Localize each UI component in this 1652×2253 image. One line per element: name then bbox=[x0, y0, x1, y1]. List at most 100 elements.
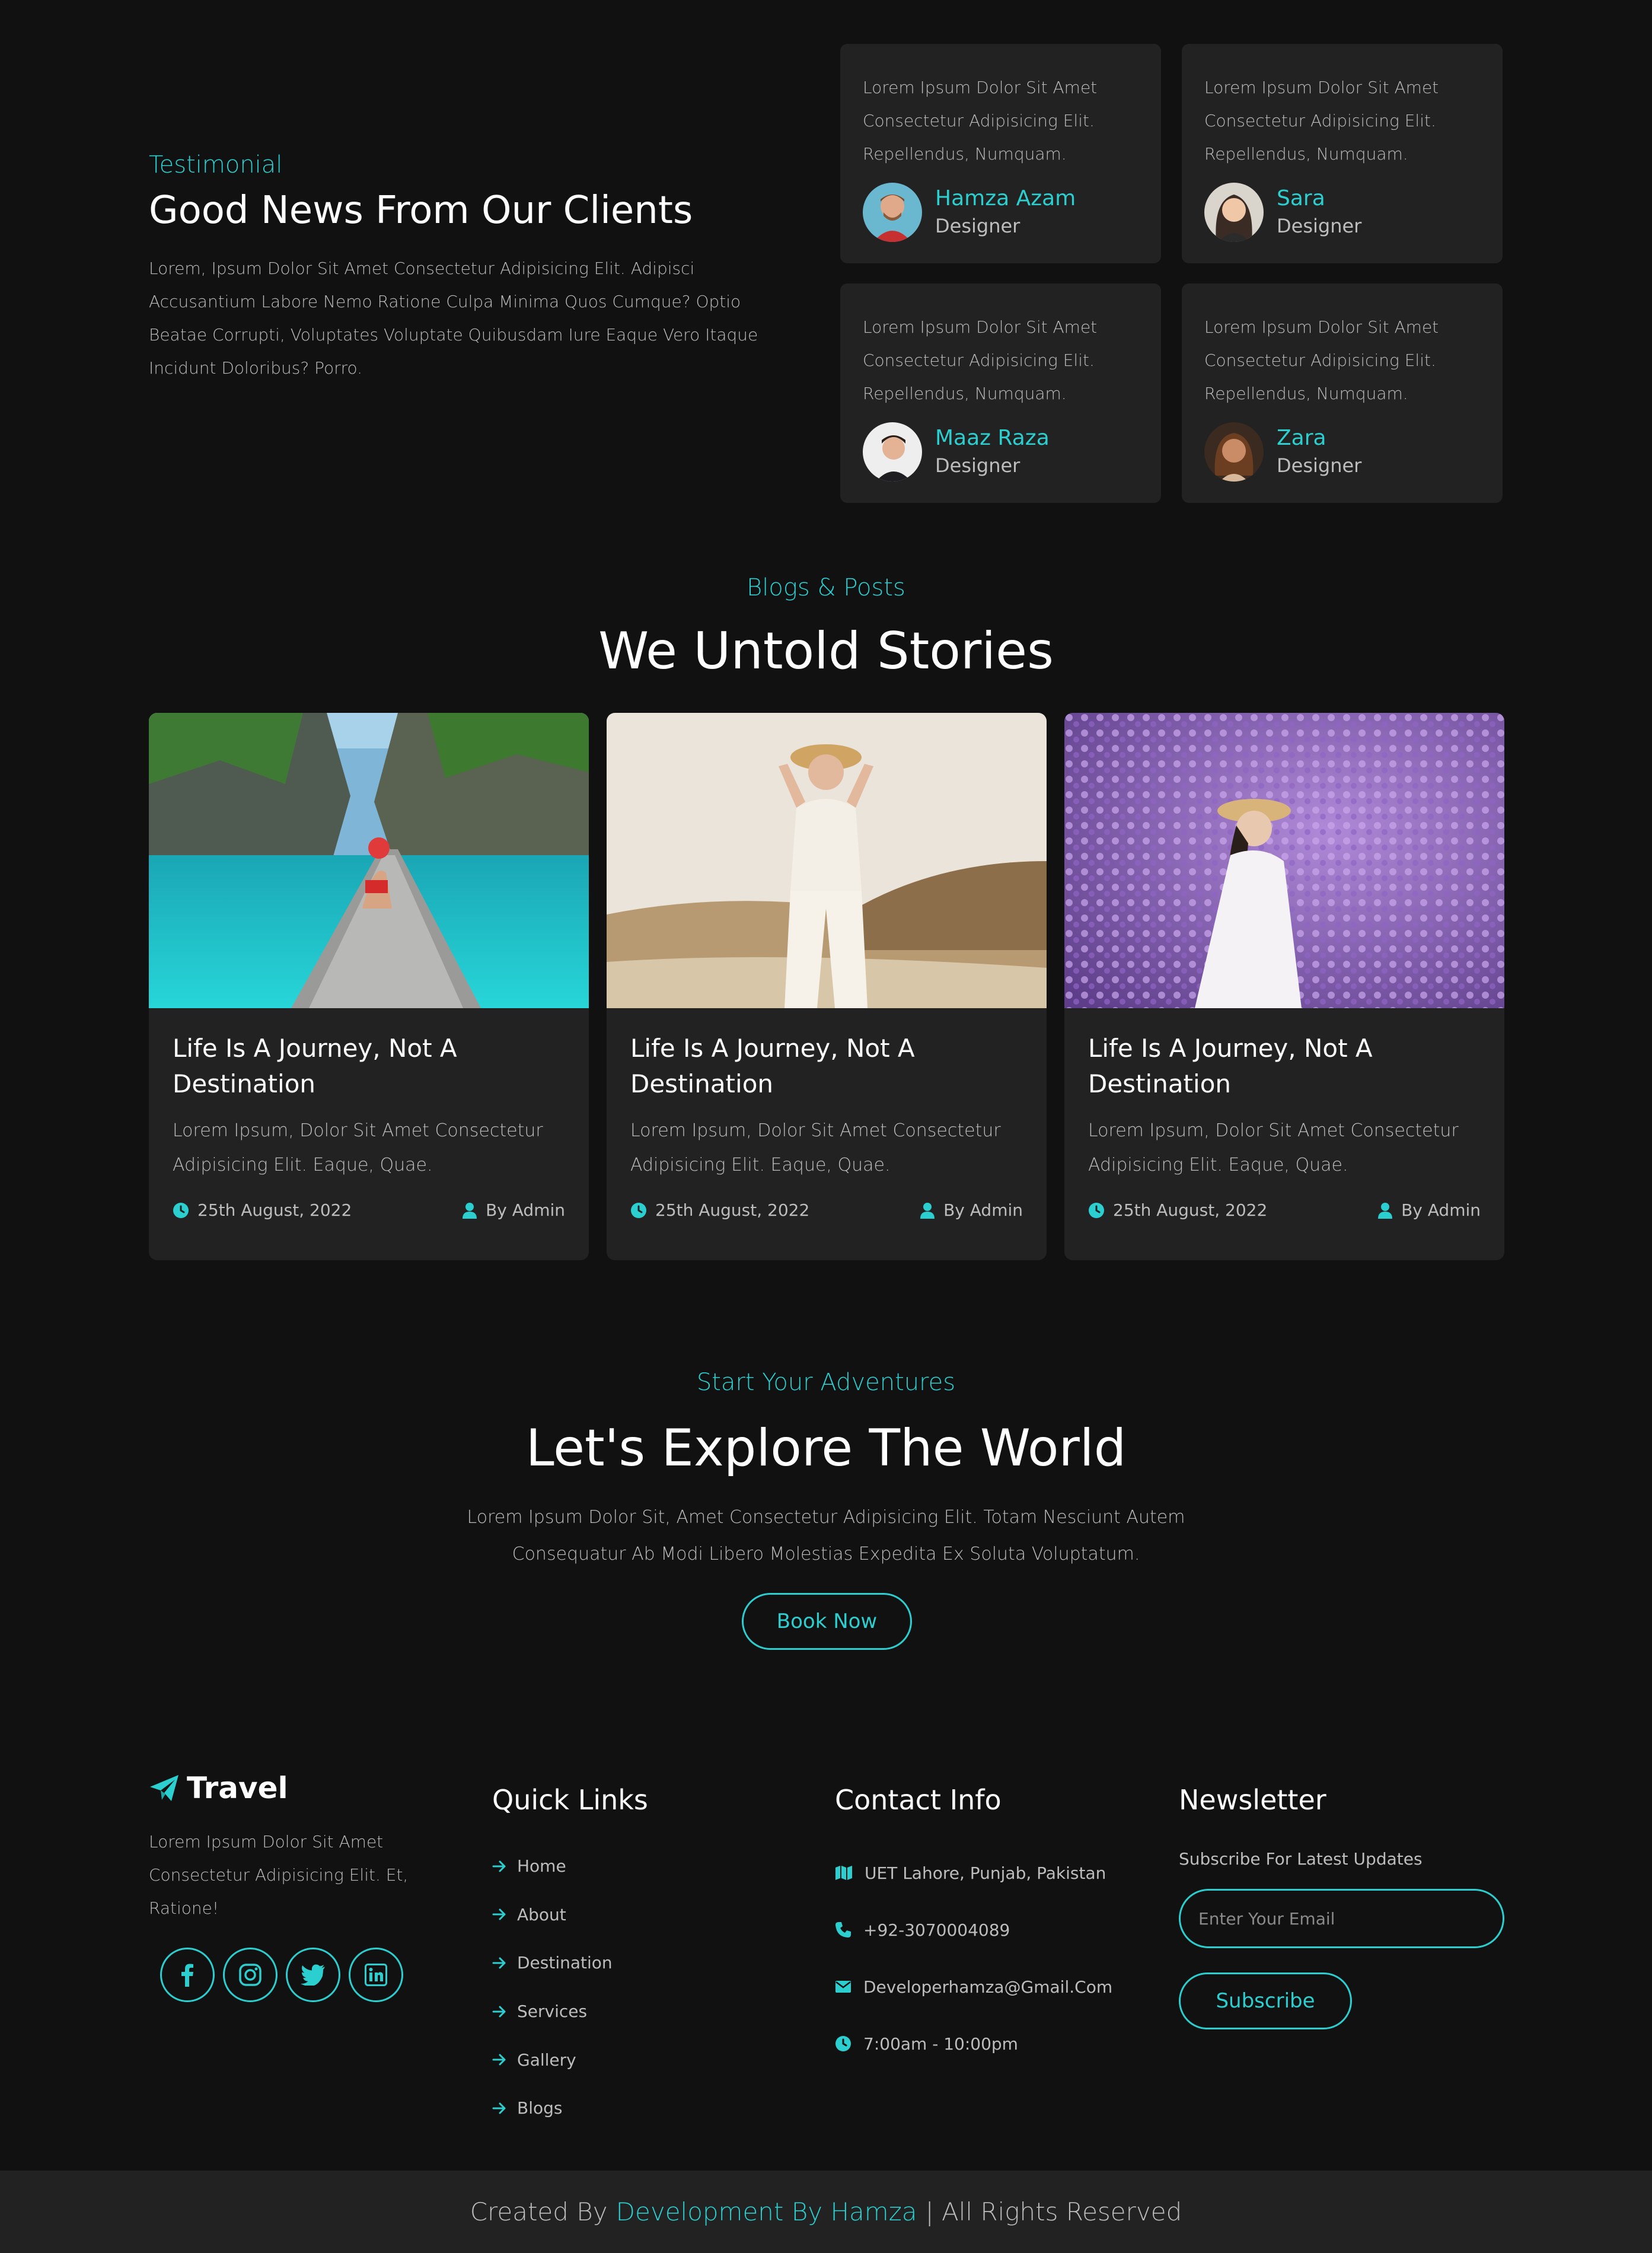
copyright-prefix: Created By bbox=[470, 2197, 608, 2226]
testimonial-card: Lorem Ipsum Dolor Sit Amet Consectetur A… bbox=[840, 283, 1161, 503]
blogs-title: We Untold Stories bbox=[598, 622, 1054, 681]
arrow-right-icon bbox=[492, 1908, 506, 1920]
newsletter-email-input[interactable] bbox=[1179, 1889, 1504, 1948]
footer-logo[interactable]: Travel bbox=[149, 1771, 288, 1805]
book-now-button[interactable]: Book Now bbox=[742, 1593, 912, 1650]
blog-card[interactable]: Life Is A Journey, Not A Destination Lor… bbox=[1064, 713, 1504, 1260]
arrow-right-icon bbox=[492, 1957, 506, 1969]
footer-link-label: Home bbox=[517, 1856, 566, 1876]
footer-link-label: Gallery bbox=[517, 2050, 576, 2070]
footer-link-home[interactable]: Home bbox=[492, 1842, 613, 1891]
newsletter-heading: Newsletter bbox=[1179, 1784, 1326, 1816]
clock-icon bbox=[173, 1202, 189, 1218]
facebook-icon[interactable] bbox=[160, 1948, 215, 2002]
user-icon bbox=[463, 1202, 477, 1219]
footer-link-about[interactable]: About bbox=[492, 1891, 613, 1939]
testimonial-text: Lorem, Ipsum Dolor Sit Amet Consectetur … bbox=[149, 259, 758, 378]
blog-title[interactable]: Life Is A Journey, Not A Destination bbox=[173, 1031, 565, 1102]
avatar bbox=[1204, 422, 1264, 482]
arrow-right-icon bbox=[492, 1860, 506, 1872]
blog-image bbox=[149, 713, 589, 1008]
quick-links-heading: Quick Links bbox=[492, 1784, 648, 1816]
contact-text: UET Lahore, Punjab, Pakistan bbox=[865, 1863, 1106, 1883]
blog-description: Lorem Ipsum, Dolor Sit Amet Consectetur … bbox=[1088, 1120, 1459, 1175]
newsletter-subtitle: Subscribe For Latest Updates bbox=[1179, 1849, 1423, 1869]
testimonial-name: Maaz Raza bbox=[935, 426, 1050, 450]
contact-info-list: UET Lahore, Punjab, Pakistan +92-3070004… bbox=[835, 1844, 1112, 2072]
social-links bbox=[160, 1948, 403, 2002]
testimonial-quote: Lorem Ipsum Dolor Sit Amet Consectetur A… bbox=[1204, 78, 1439, 164]
avatar bbox=[1204, 183, 1264, 242]
arrow-right-icon bbox=[492, 2006, 506, 2018]
twitter-icon[interactable] bbox=[286, 1948, 340, 2002]
blog-title[interactable]: Life Is A Journey, Not A Destination bbox=[1088, 1031, 1481, 1102]
testimonial-eyebrow: Testimonial bbox=[149, 151, 283, 179]
adventure-text: Lorem Ipsum Dolor Sit, Amet Consectetur … bbox=[467, 1507, 1185, 1564]
blog-author: By Admin bbox=[486, 1200, 565, 1220]
blog-author: By Admin bbox=[943, 1200, 1023, 1220]
testimonial-role: Designer bbox=[1277, 454, 1362, 477]
testimonial-role: Designer bbox=[1277, 215, 1362, 237]
arrow-right-icon bbox=[492, 2054, 506, 2066]
avatar bbox=[863, 183, 922, 242]
footer-link-label: Destination bbox=[517, 1953, 613, 1973]
copyright-author-link[interactable]: Development By Hamza bbox=[616, 2197, 917, 2226]
testimonial-role: Designer bbox=[935, 215, 1020, 237]
testimonial-name: Zara bbox=[1277, 426, 1326, 450]
linkedin-icon[interactable] bbox=[349, 1948, 403, 2002]
blog-card[interactable]: Life Is A Journey, Not A Destination Lor… bbox=[149, 713, 589, 1260]
phone-icon bbox=[835, 1922, 851, 1937]
testimonial-title: Good News From Our Clients bbox=[149, 189, 693, 232]
blog-author: By Admin bbox=[1401, 1200, 1481, 1220]
footer-link-blogs[interactable]: Blogs bbox=[492, 2084, 613, 2133]
user-icon bbox=[920, 1202, 935, 1219]
testimonial-quote: Lorem Ipsum Dolor Sit Amet Consectetur A… bbox=[863, 317, 1098, 403]
testimonial-quote: Lorem Ipsum Dolor Sit Amet Consectetur A… bbox=[1204, 317, 1439, 403]
contact-info-heading: Contact Info bbox=[835, 1784, 1002, 1816]
blog-card[interactable]: Life Is A Journey, Not A Destination Lor… bbox=[607, 713, 1047, 1260]
instagram-icon[interactable] bbox=[223, 1948, 278, 2002]
blog-date: 25th August, 2022 bbox=[655, 1200, 810, 1220]
user-icon bbox=[1378, 1202, 1393, 1219]
quick-links-list: Home About Destination Services Gallery … bbox=[492, 1842, 613, 2133]
blog-description: Lorem Ipsum, Dolor Sit Amet Consectetur … bbox=[630, 1120, 1001, 1175]
map-icon bbox=[835, 1866, 852, 1880]
contact-text: +92-3070004089 bbox=[863, 1920, 1010, 1940]
testimonial-card: Lorem Ipsum Dolor Sit Amet Consectetur A… bbox=[1182, 283, 1503, 503]
footer-link-gallery[interactable]: Gallery bbox=[492, 2035, 613, 2084]
blog-description: Lorem Ipsum, Dolor Sit Amet Consectetur … bbox=[173, 1120, 543, 1175]
envelope-icon bbox=[835, 1981, 851, 1993]
subscribe-button[interactable]: Subscribe bbox=[1179, 1972, 1352, 2029]
testimonial-role: Designer bbox=[935, 454, 1020, 477]
avatar bbox=[863, 422, 922, 482]
copyright-bar: Created By Development By Hamza | All Ri… bbox=[0, 2171, 1652, 2253]
blog-title[interactable]: Life Is A Journey, Not A Destination bbox=[630, 1031, 1023, 1102]
testimonial-name: Sara bbox=[1277, 186, 1325, 211]
contact-email[interactable]: Developerhamza@Gmail.Com bbox=[835, 1958, 1112, 2015]
blog-date: 25th August, 2022 bbox=[1113, 1200, 1268, 1220]
contact-phone[interactable]: +92-3070004089 bbox=[835, 1901, 1112, 1958]
blog-image bbox=[607, 713, 1047, 1008]
blogs-eyebrow: Blogs & Posts bbox=[747, 574, 905, 601]
blog-image bbox=[1064, 713, 1504, 1008]
contact-address: UET Lahore, Punjab, Pakistan bbox=[835, 1844, 1112, 1901]
testimonial-card: Lorem Ipsum Dolor Sit Amet Consectetur A… bbox=[840, 44, 1161, 263]
adventure-eyebrow: Start Your Adventures bbox=[696, 1369, 956, 1396]
footer-about: Lorem Ipsum Dolor Sit Amet Consectetur A… bbox=[149, 1832, 409, 1918]
footer-link-services[interactable]: Services bbox=[492, 1987, 613, 2036]
logo-text: Travel bbox=[187, 1771, 288, 1805]
clock-icon bbox=[631, 1202, 646, 1218]
footer-link-destination[interactable]: Destination bbox=[492, 1939, 613, 1987]
copyright-suffix: | All Rights Reserved bbox=[925, 2197, 1182, 2226]
footer-link-label: Blogs bbox=[517, 2098, 563, 2118]
footer-link-label: About bbox=[517, 1904, 566, 1924]
paper-plane-icon bbox=[150, 1775, 178, 1801]
clock-icon bbox=[835, 2036, 851, 2051]
footer-link-label: Services bbox=[517, 2002, 588, 2022]
contact-text: Developerhamza@Gmail.Com bbox=[863, 1977, 1113, 1997]
testimonial-quote: Lorem Ipsum Dolor Sit Amet Consectetur A… bbox=[863, 78, 1098, 164]
adventure-title: Let's Explore The World bbox=[525, 1419, 1127, 1478]
testimonial-card: Lorem Ipsum Dolor Sit Amet Consectetur A… bbox=[1182, 44, 1503, 263]
blog-date: 25th August, 2022 bbox=[197, 1200, 352, 1220]
contact-text: 7:00am - 10:00pm bbox=[863, 2034, 1018, 2054]
